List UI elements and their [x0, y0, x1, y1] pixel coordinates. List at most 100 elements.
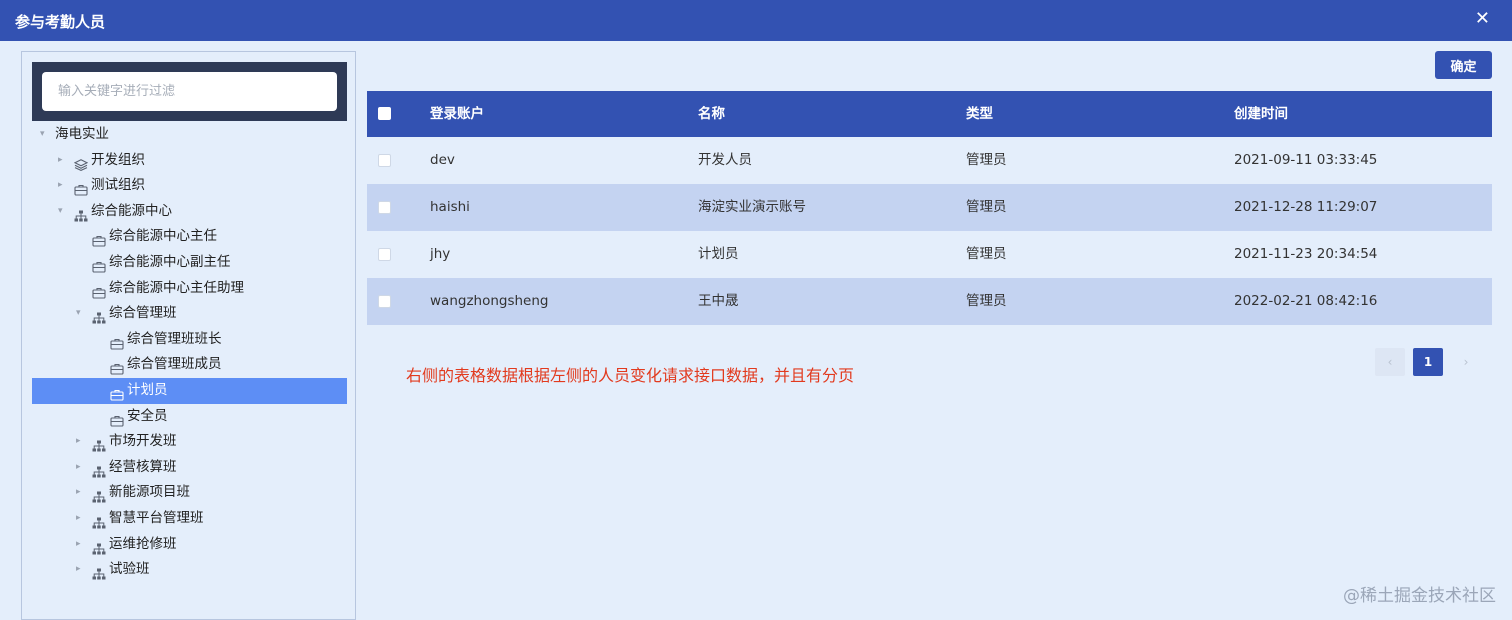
tree-node-label: 计划员 — [127, 381, 168, 398]
tree-node-market[interactable]: ▸ 市场开发班 — [32, 429, 347, 455]
tree-node-label: 综合能源中心 — [91, 202, 172, 219]
tree-node-haidian[interactable]: ▾ 海电实业 — [32, 122, 347, 148]
caret-right-icon[interactable]: ▸ — [58, 148, 63, 174]
cell-name: 王中晟 — [698, 293, 739, 309]
cell-created: 2021-09-11 03:33:45 — [1234, 152, 1378, 168]
watermark: @稀土掘金技术社区 — [1343, 586, 1496, 606]
caret-down-icon[interactable]: ▾ — [76, 301, 81, 327]
cell-name: 海淀实业演示账号 — [698, 199, 806, 215]
column-header-created: 创建时间 — [1234, 106, 1288, 122]
tree-node-maintenance[interactable]: ▸ 运维抢修班 — [32, 532, 347, 558]
tree-node-label: 安全员 — [127, 407, 168, 424]
caret-down-icon[interactable]: ▾ — [40, 122, 45, 148]
tree-node-label: 开发组织 — [91, 151, 145, 168]
tree-node-safety[interactable]: 安全员 — [32, 404, 347, 430]
table-header: 登录账户 名称 类型 创建时间 — [367, 91, 1492, 137]
tree-node-label: 综合能源中心主任助理 — [109, 279, 244, 296]
table-row[interactable]: dev 开发人员 管理员 2021-09-11 03:33:45 — [367, 137, 1492, 184]
caret-right-icon[interactable]: ▸ — [58, 173, 63, 199]
tree-node-energy-center[interactable]: ▾ 综合能源中心 — [32, 199, 347, 225]
table-row[interactable]: haishi 海淀实业演示账号 管理员 2021-12-28 11:29:07 — [367, 184, 1492, 231]
prev-page-button[interactable]: ‹ — [1375, 348, 1405, 376]
tree-node-label: 新能源项目班 — [109, 484, 190, 501]
cell-name: 计划员 — [698, 246, 739, 262]
tree-node-energy-deputy[interactable]: 综合能源中心副主任 — [32, 250, 347, 276]
annotation-note: 右侧的表格数据根据左侧的人员变化请求接口数据，并且有分页 — [406, 366, 855, 385]
briefcase-icon — [92, 283, 106, 299]
caret-down-icon[interactable]: ▾ — [58, 199, 63, 225]
cell-type: 管理员 — [966, 199, 1007, 215]
briefcase-icon — [110, 334, 124, 350]
dialog-header: 参与考勤人员 ✕ — [0, 0, 1512, 41]
confirm-button[interactable]: 确定 — [1435, 51, 1492, 79]
cell-account: haishi — [430, 199, 470, 215]
caret-right-icon[interactable]: ▸ — [76, 429, 81, 455]
tree-node-label: 智慧平台管理班 — [109, 509, 204, 526]
tree-node-label: 综合能源中心副主任 — [109, 253, 231, 270]
briefcase-icon — [92, 257, 106, 273]
tree-node-planner[interactable]: 计划员 — [32, 377, 347, 404]
tree-node-test-org[interactable]: ▸ 测试组织 — [32, 173, 347, 199]
org-chart-icon — [92, 462, 106, 478]
tree-node-label: 试验班 — [109, 561, 150, 578]
tree-node-label: 综合能源中心主任 — [109, 228, 217, 245]
row-checkbox[interactable] — [378, 295, 391, 308]
cell-type: 管理员 — [966, 293, 1007, 309]
user-table: 登录账户 名称 类型 创建时间 dev 开发人员 管理员 2021-09-11 … — [367, 91, 1492, 325]
tree-node-energy-director[interactable]: 综合能源中心主任 — [32, 224, 347, 250]
tree-node-admin-leader[interactable]: 综合管理班班长 — [32, 327, 347, 353]
next-page-button[interactable]: › — [1451, 348, 1481, 376]
tree-node-accounting[interactable]: ▸ 经营核算班 — [32, 455, 347, 481]
filter-container — [32, 62, 347, 121]
cell-account: wangzhongsheng — [430, 293, 549, 309]
org-chart-icon — [92, 564, 106, 580]
row-checkbox[interactable] — [378, 201, 391, 214]
tree-node-admin-team[interactable]: ▾ 综合管理班 — [32, 301, 347, 327]
tree-node-energy-assistant[interactable]: 综合能源中心主任助理 — [32, 276, 347, 302]
tree-node-label: 测试组织 — [91, 177, 145, 194]
tree-node-dev-org[interactable]: ▸ 开发组织 — [32, 148, 347, 174]
cell-type: 管理员 — [966, 152, 1007, 168]
filter-input[interactable] — [42, 72, 337, 111]
caret-right-icon[interactable]: ▸ — [76, 557, 81, 583]
briefcase-icon — [110, 385, 124, 401]
layers-icon — [73, 155, 89, 171]
tree-node-label: 综合管理班班长 — [127, 330, 222, 347]
org-chart-icon — [92, 487, 106, 503]
cell-account: dev — [430, 152, 455, 168]
tree-node-new-energy[interactable]: ▸ 新能源项目班 — [32, 480, 347, 506]
table-row[interactable]: wangzhongsheng 王中晟 管理员 2022-02-21 08:42:… — [367, 278, 1492, 325]
org-chart-icon — [74, 206, 88, 222]
cell-type: 管理员 — [966, 246, 1007, 262]
org-tree-panel: ▾ 海电实业 ▸ 开发组织 ▸ 测试组织 ▾ 综合能源中心综合能源中心主任综合能源中心副主任综… — [21, 51, 356, 620]
tree-node-smart-platform[interactable]: ▸ 智慧平台管理班 — [32, 506, 347, 532]
briefcase-icon — [92, 231, 106, 247]
table-row[interactable]: jhy 计划员 管理员 2021-11-23 20:34:54 — [367, 231, 1492, 278]
briefcase-icon — [74, 180, 88, 196]
tree-node-label: 经营核算班 — [109, 458, 177, 475]
tree-node-test-team[interactable]: ▸ 试验班 — [32, 557, 347, 583]
tree-node-label: 综合管理班成员 — [127, 356, 222, 373]
caret-right-icon[interactable]: ▸ — [76, 455, 81, 481]
attendance-dialog: 参与考勤人员 ✕ ▾ 海电实业 ▸ 开发组织 ▸ 测试组织 ▾ 综合能源中心综合能源中心主任综… — [0, 0, 1512, 620]
tree-node-label: 运维抢修班 — [109, 535, 177, 552]
column-header-account: 登录账户 — [430, 106, 484, 122]
briefcase-icon — [110, 411, 124, 427]
caret-right-icon[interactable]: ▸ — [76, 480, 81, 506]
current-page-button[interactable]: 1 — [1413, 348, 1443, 376]
cell-created: 2022-02-21 08:42:16 — [1234, 293, 1378, 309]
org-chart-icon — [92, 539, 106, 554]
close-icon[interactable]: ✕ — [1475, 8, 1490, 29]
org-chart-icon — [92, 308, 106, 324]
org-tree: ▾ 海电实业 ▸ 开发组织 ▸ 测试组织 ▾ 综合能源中心 综合能源中心主任 综合能源中心副主任综… — [32, 122, 347, 583]
tree-node-admin-member[interactable]: 综合管理班成员 — [32, 352, 347, 378]
row-checkbox[interactable] — [378, 248, 391, 261]
select-all-checkbox[interactable] — [378, 107, 391, 120]
row-checkbox[interactable] — [378, 154, 391, 167]
cell-created: 2021-11-23 20:34:54 — [1234, 246, 1378, 262]
tree-node-label: 海电实业 — [55, 126, 109, 142]
caret-right-icon[interactable]: ▸ — [76, 506, 81, 532]
tree-node-label: 市场开发班 — [109, 433, 177, 450]
dialog-title: 参与考勤人员 — [15, 13, 106, 31]
caret-right-icon[interactable]: ▸ — [76, 532, 81, 558]
